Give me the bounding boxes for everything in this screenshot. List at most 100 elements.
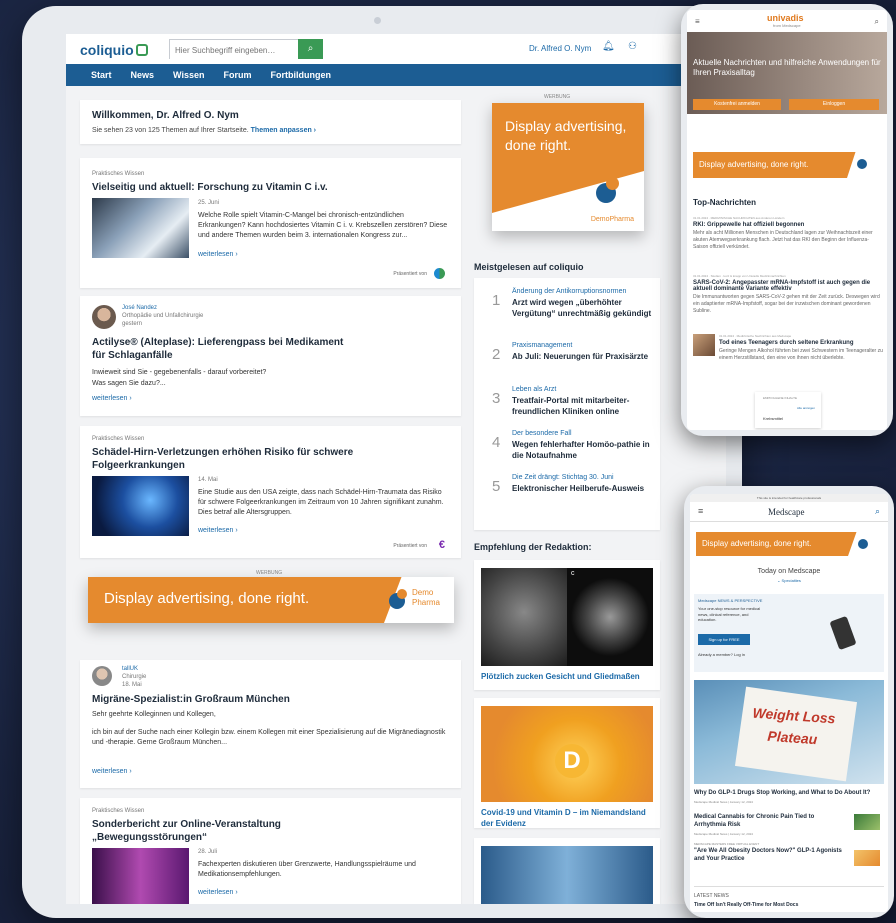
news-item[interactable]: 31.01.2024 · MEDIZINISCHE NACHRICHTEN au…	[693, 216, 883, 251]
sponsor-logo: €	[438, 539, 445, 551]
specialties-dropdown[interactable]: ⌄ Specialties	[690, 578, 888, 583]
post-text: Inwieweit sind Sie - gegebenenfalls - da…	[92, 369, 267, 376]
mri-image: c	[481, 568, 653, 666]
bell-icon[interactable]: 🔔︎	[602, 41, 615, 52]
login-button[interactable]: Einloggen	[789, 99, 879, 110]
read-more-link[interactable]: weiterlesen ›	[198, 889, 238, 896]
post-title[interactable]: Migräne-Spezialist:in Großraum München	[92, 694, 290, 705]
editor-pick-title[interactable]: Covid-19 und Vitamin D – im Niemandsland…	[481, 808, 657, 830]
phone-ad-banner[interactable]: Display advertising, done right.	[693, 152, 881, 178]
ad-label: WERBUNG	[256, 570, 283, 576]
recommended-box: EMPFOHLENE INHALTE Alle anzeigen Krebsmi…	[755, 392, 821, 428]
presented-by: Präsentiert von	[393, 271, 427, 277]
author-name[interactable]: tallUK	[122, 666, 138, 672]
hcp-notice: This site is intended for healthcare pro…	[690, 494, 888, 502]
nav-wissen[interactable]: Wissen	[173, 70, 204, 80]
news-item[interactable]: 31.01.2024 · Studien · kurz & knapp von …	[693, 274, 883, 315]
post-title[interactable]: Actilyse® (Alteplase): Lieferengpass bei…	[92, 336, 352, 362]
story-item[interactable]: MEDSCAPE MASTERS FREE VIRTUAL EVENT "Are…	[694, 842, 844, 864]
phone-ad-banner[interactable]: Display advertising, done right.	[696, 532, 882, 556]
demopharma-logo-icon	[857, 159, 867, 169]
ad-headline: Display advertising, done right.	[702, 539, 812, 548]
editor-pick-title[interactable]: Plötzlich zucken Gesicht und Gliedmaßen	[481, 672, 657, 681]
user-settings-icon[interactable]: ⚇	[628, 41, 637, 52]
read-more-link[interactable]: weiterlesen ›	[198, 251, 238, 258]
tablet-camera	[374, 17, 381, 24]
story-thumbnail	[854, 814, 880, 830]
univadis-logo[interactable]: univadis	[767, 13, 804, 23]
avatar	[92, 666, 112, 686]
medscape-logo[interactable]: Medscape	[768, 507, 804, 517]
post-text: Sehr geehrte Kolleginnen und Kollegen,	[92, 711, 216, 718]
search-input[interactable]	[170, 42, 298, 59]
welcome-title: Willkommen, Dr. Alfred O. Nym	[92, 110, 239, 121]
post-text: ich bin auf der Suche nach einer Kollegi…	[92, 729, 446, 747]
register-button[interactable]: Kostenfrei anmelden	[693, 99, 781, 110]
nav-forum[interactable]: Forum	[223, 70, 251, 80]
ad-label: WERBUNG	[544, 94, 571, 100]
coliquio-logo[interactable]: coliquio	[80, 42, 148, 58]
ad-brand: DemoPharma	[411, 588, 440, 607]
adjust-topics-link[interactable]: Themen anpassen ›	[251, 127, 316, 134]
nav-start[interactable]: Start	[91, 70, 112, 80]
news-item[interactable]: 31.01.2024 · Medizinische Nachrichten au…	[719, 334, 883, 362]
editor-pick-card[interactable]: D Covid-19 und Vitamin D – im Niemandsla…	[474, 698, 660, 828]
xray-image	[92, 198, 189, 258]
main-nav: Start News Wissen Forum Fortbildungen	[66, 64, 726, 86]
univadis-header: ≡ univadis from Medscape ⌕	[687, 10, 887, 32]
phone-top-device: ≡ univadis from Medscape ⌕ Aktuelle Nach…	[681, 4, 893, 436]
article-card[interactable]: Praktisches Wissen Schädel-Hirn-Verletzu…	[80, 426, 461, 558]
article-kicker: Praktisches Wissen	[92, 808, 145, 814]
neuron-image	[92, 848, 189, 904]
user-name[interactable]: Dr. Alfred O. Nym	[529, 44, 591, 53]
article-card[interactable]: Praktisches Wissen Vielseitig und aktuel…	[80, 158, 461, 288]
author-name[interactable]: José Nandez	[122, 305, 157, 311]
brain-image	[92, 476, 189, 536]
read-more-link[interactable]: weiterlesen ›	[92, 768, 132, 775]
most-read-title: Meistgelesen auf coliquio	[474, 262, 584, 272]
vitamin-d-image: D	[481, 706, 653, 802]
menu-icon[interactable]: ≡	[698, 506, 703, 516]
story-item[interactable]: Medical Cannabis for Chronic Pain Tied t…	[694, 814, 844, 836]
search-icon[interactable]: ⌕	[875, 17, 879, 27]
article-title[interactable]: Sonderbericht zur Online-Veranstaltung „…	[92, 818, 322, 844]
site-header: coliquio ⌕ Dr. Alfred O. Nym 🔔︎ ⚇	[66, 34, 726, 64]
phone-bottom-device: This site is intended for healthcare pro…	[684, 486, 894, 918]
forum-post-card[interactable]: José Nandez Orthopädie und Unfallchirurg…	[80, 296, 461, 416]
story-item[interactable]: Why Do GLP-1 Drugs Stop Working, and Wha…	[694, 790, 882, 804]
nav-fortbildungen[interactable]: Fortbildungen	[270, 70, 331, 80]
menu-icon[interactable]: ≡	[695, 17, 700, 26]
show-all-link[interactable]: Alle anzeigen	[797, 406, 815, 410]
author-role: Chirurgie	[122, 674, 147, 680]
search-icon[interactable]: ⌕	[875, 506, 880, 517]
recommended-item[interactable]: Krebsmittel	[763, 416, 783, 421]
article-title[interactable]: Schädel-Hirn-Verletzungen erhöhen Risiko…	[92, 446, 392, 472]
signup-button[interactable]: Sign up for FREE	[698, 634, 750, 645]
post-text: Was sagen Sie dazu?...	[92, 380, 166, 387]
article-card[interactable]: Praktisches Wissen Sonderbericht zur Onl…	[80, 798, 461, 904]
latest-news-item[interactable]: Time Off Isn't Really Off-Time for Most …	[694, 902, 884, 908]
forum-post-card[interactable]: tallUK Chirurgie 18. Mai Migräne-Spezial…	[80, 660, 461, 788]
demopharma-logo-icon	[389, 589, 409, 609]
nav-news[interactable]: News	[131, 70, 155, 80]
banner-ad[interactable]: Display advertising, done right. Demo Pha…	[88, 577, 454, 623]
pick-image	[481, 846, 653, 904]
weight-loss-image: Weight Loss Plateau	[694, 680, 884, 784]
search-icon: ⌕	[307, 43, 314, 54]
post-date: gestern	[122, 321, 143, 327]
phone-top-screen: ≡ univadis from Medscape ⌕ Aktuelle Nach…	[687, 10, 887, 430]
editor-pick-card[interactable]	[474, 838, 660, 904]
read-more-link[interactable]: weiterlesen ›	[198, 527, 238, 534]
article-title[interactable]: Vielseitig und aktuell: Forschung zu Vit…	[92, 182, 328, 193]
top-news-title: Top-Nachrichten	[693, 198, 756, 207]
square-ad[interactable]: Display advertising, done right. DemoPha…	[492, 103, 644, 231]
promo-box: Medscape NEWS & PERSPECTIVE Your one-sto…	[694, 594, 884, 672]
tablet-device: coliquio ⌕ Dr. Alfred O. Nym 🔔︎ ⚇ Start …	[22, 6, 742, 918]
today-title: Today on Medscape	[757, 568, 821, 575]
editor-pick-card[interactable]: c Plötzlich zucken Gesicht und Gliedmaße…	[474, 560, 660, 690]
phone-bottom-screen: This site is intended for healthcare pro…	[690, 494, 888, 912]
read-more-link[interactable]: weiterlesen ›	[92, 395, 132, 402]
search-button[interactable]: ⌕	[298, 39, 323, 59]
story-thumbnail	[854, 850, 880, 866]
login-link[interactable]: Already a member? Log in	[698, 652, 745, 657]
